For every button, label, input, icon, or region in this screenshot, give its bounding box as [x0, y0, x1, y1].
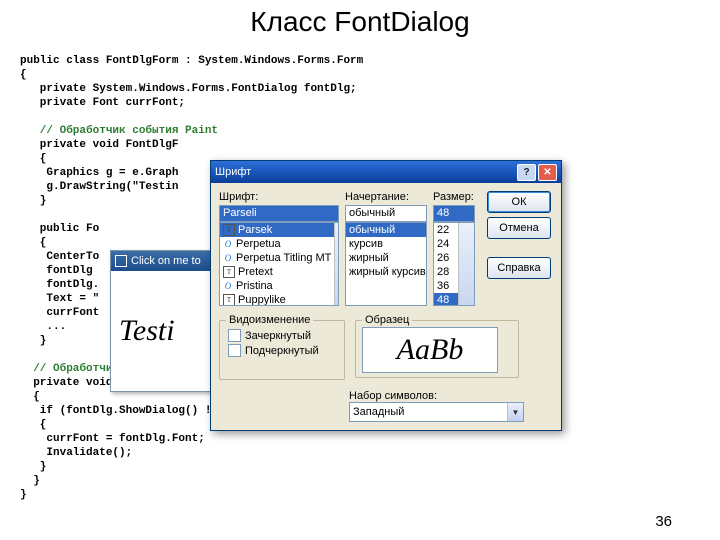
list-item: TParsek [220, 223, 334, 237]
effects-label: Видоизменение [226, 314, 313, 326]
window-icon [115, 255, 127, 267]
truetype-icon: T [223, 266, 235, 278]
sample-group: Образец AaBb [355, 320, 519, 378]
size-list[interactable]: 22 24 26 28 36 48 72 [433, 222, 475, 306]
sample-label: Образец [362, 314, 412, 326]
list-item: жирный [346, 251, 426, 265]
cancel-button[interactable]: Отмена [487, 217, 551, 239]
list-item: OPristina [220, 279, 334, 293]
font-input[interactable]: Parseli [219, 205, 339, 222]
list-item: 28 [434, 265, 458, 279]
dialog-buttons: ОК Отмена Справка [487, 191, 551, 306]
opentype-icon: O [223, 281, 233, 291]
help-button[interactable]: ? [517, 164, 536, 181]
page-number: 36 [655, 513, 672, 530]
list-item: 36 [434, 279, 458, 293]
effects-group: Видоизменение Зачеркнутый Подчеркнутый [219, 320, 345, 380]
list-item: 48 [434, 293, 458, 306]
list-item: курсив [346, 237, 426, 251]
size-column: Размер: 48 22 24 26 28 36 48 72 [433, 191, 475, 306]
script-combo[interactable]: Западный ▼ [349, 402, 524, 422]
style-list[interactable]: обычный курсив жирный жирный курсив [345, 222, 427, 306]
ok-button[interactable]: ОК [487, 191, 551, 213]
style-label: Начертание: [345, 191, 427, 203]
size-label: Размер: [433, 191, 475, 203]
sample-box: AaBb [362, 327, 498, 373]
font-dialog-titlebar[interactable]: Шрифт ? ✕ [211, 161, 561, 183]
testing-window-title: Click on me to [131, 255, 201, 267]
truetype-icon: T [223, 294, 235, 306]
font-dialog-title: Шрифт [215, 166, 251, 178]
sample-text: AaBb [397, 333, 464, 367]
size-input[interactable]: 48 [433, 205, 475, 222]
script-row: Набор символов: Западный ▼ [349, 390, 524, 422]
strikeout-checkbox[interactable]: Зачеркнутый [228, 329, 336, 342]
testing-text: Testi [119, 314, 175, 348]
help-button-dlg[interactable]: Справка [487, 257, 551, 279]
font-label: Шрифт: [219, 191, 339, 203]
page-title: Класс FontDialog [0, 6, 720, 38]
list-item: 26 [434, 251, 458, 265]
list-item: TPuppylike [220, 293, 334, 306]
size-list-scrollbar[interactable] [458, 223, 474, 306]
list-item: OPerpetua [220, 237, 334, 251]
list-item: OPerpetua Titling MT [220, 251, 334, 265]
font-dialog: Шрифт ? ✕ Шрифт: Parseli TParsek OPerpet… [210, 160, 562, 431]
font-list-scrollbar[interactable] [334, 223, 338, 306]
opentype-icon: O [223, 253, 233, 263]
opentype-icon: O [223, 239, 233, 249]
list-item: жирный курсив [346, 265, 426, 279]
style-input[interactable]: обычный [345, 205, 427, 222]
list-item: 24 [434, 237, 458, 251]
list-item: 22 [434, 223, 458, 237]
truetype-icon: T [223, 224, 235, 236]
chevron-down-icon: ▼ [507, 403, 523, 421]
script-label: Набор символов: [349, 390, 437, 402]
font-column: Шрифт: Parseli TParsek OPerpetua OPerpet… [219, 191, 339, 306]
close-button[interactable]: ✕ [538, 164, 557, 181]
underline-checkbox[interactable]: Подчеркнутый [228, 344, 336, 357]
font-list[interactable]: TParsek OPerpetua OPerpetua Titling MT T… [219, 222, 339, 306]
list-item: TPretext [220, 265, 334, 279]
style-column: Начертание: обычный обычный курсив жирны… [345, 191, 427, 306]
list-item: обычный [346, 223, 426, 237]
